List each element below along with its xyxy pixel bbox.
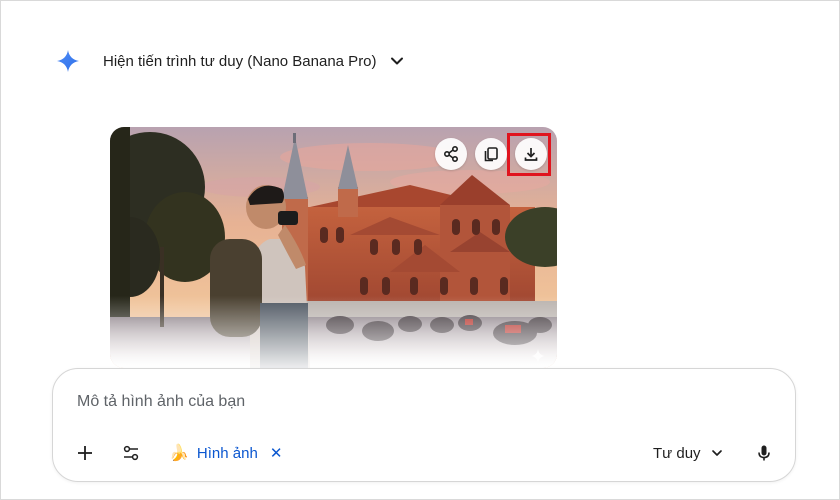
download-highlight-box [507, 133, 551, 176]
image-tool-chip[interactable]: 🍌 Hình ảnh ✕ [169, 439, 282, 467]
tune-icon [123, 445, 139, 461]
mode-selector[interactable]: Tư duy [653, 439, 723, 467]
copy-button[interactable] [475, 138, 507, 170]
thinking-toggle-row: Hiện tiến trình tư duy (Nano Banana Pro) [56, 48, 407, 74]
chevron-down-icon [711, 450, 722, 456]
share-icon [443, 145, 459, 163]
plus-icon [78, 446, 92, 460]
prompt-composer: 🍌 Hình ảnh ✕ Tư duy [52, 368, 796, 482]
banana-icon: 🍌 [169, 445, 189, 462]
prompt-input[interactable] [77, 391, 637, 413]
microphone-icon [758, 445, 770, 461]
chevron-down-icon [390, 57, 403, 65]
copy-icon [484, 147, 498, 162]
thinking-label[interactable]: Hiện tiến trình tư duy (Nano Banana Pro) [103, 53, 377, 70]
chip-close-button[interactable]: ✕ [270, 444, 283, 462]
chip-label: Hình ảnh [196, 444, 258, 462]
share-button[interactable] [435, 138, 467, 170]
tools-button[interactable] [117, 439, 145, 467]
gemini-sparkle-icon [57, 50, 79, 72]
expand-thinking-button[interactable] [387, 51, 407, 71]
mode-label: Tư duy [653, 444, 701, 462]
microphone-button[interactable] [750, 439, 778, 467]
add-button[interactable] [71, 439, 99, 467]
